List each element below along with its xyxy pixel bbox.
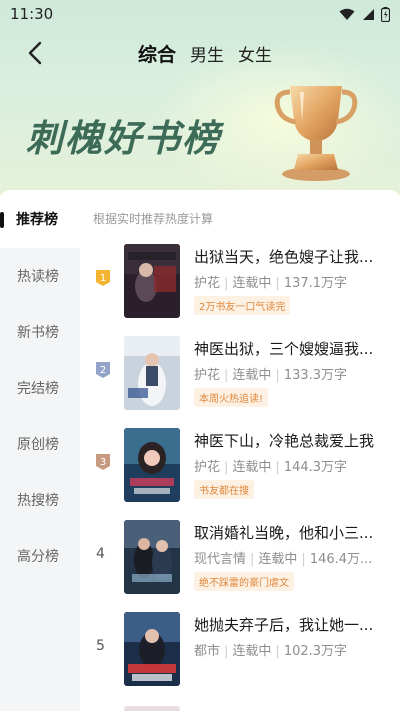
ranking-sidebar: 推荐榜 热读榜 新书榜 完结榜 原创榜 热搜榜 高分榜 [0, 190, 80, 711]
rank-number: 1 [100, 273, 106, 284]
book-status: 连载中 [232, 276, 272, 291]
status-bar: 11:30 [0, 0, 400, 28]
top-nav: 综合 男生 女生 [0, 36, 400, 70]
rank-number: 4 [96, 546, 105, 562]
book-cover [124, 612, 180, 686]
book-cover [124, 428, 180, 502]
list-item[interactable]: 4 取消婚礼当晚，他和小三... 现代言情 | 连载中 | 146.4万... 绝不踩雷… [80, 520, 400, 600]
book-meta: 护花 | 连载中 | 137.1万字 [194, 276, 348, 291]
book-words: 133.3万字 [283, 368, 348, 383]
book-cover [124, 336, 180, 410]
ranking-content: 推荐榜 热读榜 新书榜 完结榜 原创榜 热搜榜 高分榜 根据实时推荐热度计算 1… [0, 190, 400, 711]
banner-title: 刺槐好书榜 [26, 117, 221, 160]
list-item[interactable]: 5 她抛夫弃子后，我让她一... 都市 | 连载中 | 102.3万字 [80, 612, 400, 692]
sidebar-item-hot-search[interactable]: 热搜榜 [0, 472, 80, 528]
book-genre: 都市 [194, 644, 221, 659]
book-title: 取消婚礼当晚，他和小三... [194, 524, 374, 542]
book-tag: 绝不踩雷的豪门虐文 [194, 572, 294, 591]
rank-badge-icon: 1 [96, 270, 110, 286]
sidebar-item-recommend[interactable]: 推荐榜 [0, 204, 80, 234]
back-button[interactable] [20, 38, 50, 68]
book-cover [124, 244, 180, 318]
rank-badge-icon: 2 [96, 362, 110, 378]
book-cover [124, 520, 180, 594]
book-title: 神医下山，冷艳总裁爱上我 [194, 432, 375, 450]
list-item[interactable]: 1 出狱当天，绝色嫂子让我... 护花 | 连载中 | 137.1万字 2万书友一口气读… [80, 244, 400, 324]
book-genre: 护花 [194, 460, 221, 475]
book-meta: 护花 | 连载中 | 133.3万字 [194, 368, 348, 383]
book-status: 连载中 [232, 368, 272, 383]
wifi-icon [339, 8, 355, 20]
list-item[interactable]: 3 神医下山，冷艳总裁爱上我 护花 | 连载中 | 144.3万字 书友都在搜 [80, 428, 400, 508]
book-meta: 现代言情 | 连载中 | 146.4万... [194, 552, 373, 567]
book-tag: 书友都在搜 [194, 480, 254, 499]
rank-number: 2 [100, 365, 106, 376]
book-genre: 现代言情 [194, 552, 247, 567]
book-words: 137.1万字 [283, 276, 348, 291]
book-status: 连载中 [232, 644, 272, 659]
book-words: 146.4万... [309, 552, 373, 567]
book-title: 她抛夫弃子后，我让她一... [194, 616, 374, 634]
sidebar-item-completed[interactable]: 完结榜 [0, 360, 80, 416]
book-tag: 本周火热追读! [194, 388, 269, 407]
sidebar-item-hot-read[interactable]: 热读榜 [0, 248, 80, 304]
status-icons [339, 6, 390, 22]
book-title: 出狱当天，绝色嫂子让我... [194, 248, 374, 266]
list-subtitle: 根据实时推荐热度计算 [93, 212, 214, 226]
book-status: 连载中 [232, 460, 272, 475]
book-genre: 护花 [194, 276, 221, 291]
list-item[interactable]: 2 神医出狱，三个嫂嫂逼我... 护花 | 连载中 | 133.3万字 本周火热追读! [80, 336, 400, 416]
book-status: 连载中 [258, 552, 298, 567]
rank-number: 3 [100, 457, 106, 468]
back-arrow-icon [28, 41, 42, 65]
tab-female[interactable]: 女生 [238, 41, 272, 66]
trophy-icon [274, 86, 358, 181]
battery-icon [381, 6, 390, 22]
book-tag: 2万书友一口气读完 [194, 296, 291, 315]
ranking-banner: 11:30 综合 男生 女生 刺槐好书榜 [0, 0, 400, 195]
book-genre: 护花 [194, 368, 221, 383]
book-meta: 都市 | 连载中 | 102.3万字 [194, 644, 348, 659]
book-meta: 护花 | 连载中 | 144.3万字 [194, 460, 348, 475]
gender-tabs: 综合 男生 女生 [138, 36, 272, 70]
next-book-cover-peek [124, 706, 180, 711]
sidebar-item-new-books[interactable]: 新书榜 [0, 304, 80, 360]
tab-male[interactable]: 男生 [190, 41, 224, 66]
rank-number: 5 [96, 638, 105, 654]
book-words: 144.3万字 [283, 460, 348, 475]
tab-all[interactable]: 综合 [138, 40, 176, 67]
book-words: 102.3万字 [283, 644, 348, 659]
sidebar-item-high-score[interactable]: 高分榜 [0, 528, 80, 584]
signal-icon [363, 8, 374, 20]
rank-badge-icon: 3 [96, 454, 110, 470]
book-title: 神医出狱，三个嫂嫂逼我... [194, 340, 374, 358]
status-time: 11:30 [10, 5, 54, 23]
sidebar-item-original[interactable]: 原创榜 [0, 416, 80, 472]
sidebar-list: 热读榜 新书榜 完结榜 原创榜 热搜榜 高分榜 [0, 248, 80, 711]
